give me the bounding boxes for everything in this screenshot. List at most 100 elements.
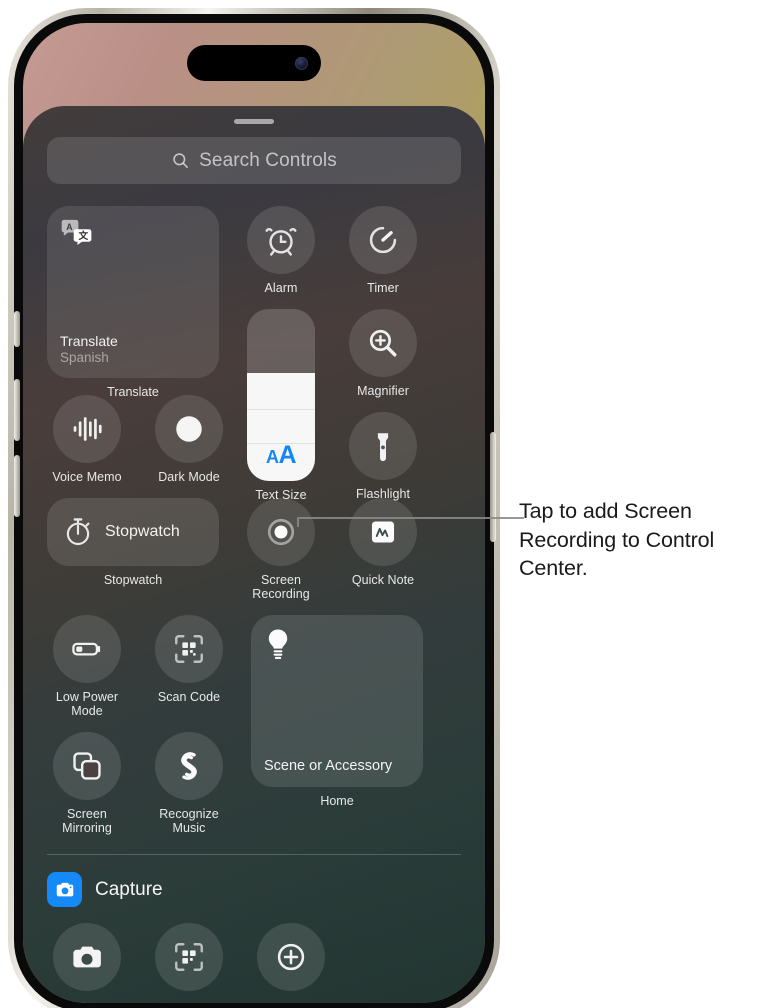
callout-text: Tap to add Screen Recording to Control C… bbox=[519, 499, 715, 580]
shazam-icon bbox=[181, 752, 197, 780]
control-screen-mirroring-knob[interactable] bbox=[53, 732, 121, 800]
control-label-screen-mirroring: Screen Mirroring bbox=[62, 807, 112, 835]
screen-mirroring-label-line2: Mirroring bbox=[62, 821, 112, 835]
section-divider bbox=[47, 854, 461, 855]
magnifier-icon bbox=[369, 329, 397, 357]
capture-add-knob[interactable] bbox=[257, 923, 325, 991]
control-low-power-mode[interactable]: Low Power Mode bbox=[47, 615, 127, 718]
capture-camera-knob[interactable] bbox=[53, 923, 121, 991]
silent-switch-button[interactable] bbox=[14, 311, 20, 347]
control-recognize-music-knob[interactable] bbox=[155, 732, 223, 800]
control-label-low-power-mode: Low Power Mode bbox=[56, 690, 118, 718]
capture-controls-row bbox=[47, 923, 461, 991]
control-label-dark-mode: Dark Mode bbox=[158, 470, 220, 484]
dark-mode-icon bbox=[176, 416, 202, 442]
control-alarm-knob[interactable] bbox=[247, 206, 315, 274]
screenshot-stage: Search Controls A 文 Translate Spanish Tr… bbox=[0, 0, 772, 1008]
control-screen-recording[interactable]: Screen Recording bbox=[241, 498, 321, 601]
control-label-screen-recording: Screen Recording bbox=[252, 573, 309, 601]
recognize-music-label-line1: Recognize bbox=[159, 807, 219, 821]
camera-icon bbox=[56, 882, 73, 896]
volume-up-button[interactable] bbox=[14, 379, 20, 441]
stopwatch-title: Stopwatch bbox=[105, 523, 180, 540]
control-quick-note-knob[interactable] bbox=[349, 498, 417, 566]
capture-section-header: Capture bbox=[47, 872, 461, 907]
capture-scan-code-knob[interactable] bbox=[155, 923, 223, 991]
callout-leader-line bbox=[297, 517, 524, 527]
screen-mirroring-label-line1: Screen bbox=[67, 807, 107, 821]
text-size-value: AA bbox=[265, 441, 297, 469]
capture-control-add[interactable] bbox=[251, 923, 331, 991]
control-alarm[interactable]: Alarm bbox=[241, 206, 321, 295]
record-icon bbox=[267, 518, 295, 546]
control-timer-knob[interactable] bbox=[349, 206, 417, 274]
control-dark-mode[interactable]: Dark Mode bbox=[149, 395, 229, 484]
search-input[interactable]: Search Controls bbox=[47, 137, 461, 184]
control-label-voice-memo: Voice Memo bbox=[52, 470, 122, 484]
control-voice-memo[interactable]: Voice Memo bbox=[47, 395, 127, 484]
control-stopwatch[interactable]: Stopwatch bbox=[47, 498, 219, 566]
capture-control-camera[interactable] bbox=[47, 923, 127, 991]
control-label-timer: Timer bbox=[367, 281, 399, 295]
control-label-recognize-music: Recognize Music bbox=[159, 807, 219, 835]
front-camera-icon bbox=[295, 56, 308, 70]
control-timer[interactable]: Timer bbox=[343, 206, 423, 295]
svg-text:A: A bbox=[66, 222, 73, 232]
control-flashlight[interactable]: Flashlight bbox=[343, 412, 423, 501]
control-screen-recording-knob[interactable] bbox=[247, 498, 315, 566]
control-magnifier-knob[interactable] bbox=[349, 309, 417, 377]
control-text-size[interactable]: AA bbox=[247, 309, 315, 481]
screen-recording-label-line2: Recording bbox=[252, 587, 310, 601]
control-flashlight-knob[interactable] bbox=[349, 412, 417, 480]
control-quick-note[interactable]: Quick Note bbox=[343, 498, 423, 601]
search-placeholder: Search Controls bbox=[199, 149, 337, 171]
control-screen-mirroring[interactable]: Screen Mirroring bbox=[47, 732, 127, 835]
svg-text:文: 文 bbox=[78, 230, 89, 242]
control-home[interactable]: Scene or Accessory bbox=[251, 615, 423, 787]
screen-mirroring-icon bbox=[73, 752, 101, 780]
control-label-magnifier: Magnifier bbox=[357, 384, 409, 398]
recognize-music-label-line2: Music bbox=[172, 821, 206, 835]
control-scan-code-knob[interactable] bbox=[155, 615, 223, 683]
control-scan-code[interactable]: Scan Code bbox=[149, 615, 229, 718]
control-label-stopwatch: Stopwatch bbox=[103, 573, 163, 587]
low-power-label-line1: Low Power bbox=[55, 690, 119, 704]
alarm-clock-icon bbox=[265, 228, 297, 256]
control-label-quick-note: Quick Note bbox=[351, 573, 415, 587]
qr-scan-icon bbox=[175, 943, 203, 971]
control-translate[interactable]: A 文 Translate Spanish bbox=[47, 206, 219, 378]
text-size-fill: AA bbox=[247, 373, 315, 481]
translate-icon: A 文 bbox=[61, 219, 92, 245]
qr-scan-icon bbox=[175, 635, 203, 663]
capture-section-title: Capture bbox=[95, 878, 163, 900]
stopwatch-icon bbox=[66, 518, 90, 546]
control-center-panel: Search Controls A 文 Translate Spanish Tr… bbox=[23, 106, 485, 1003]
home-widget-title: Scene or Accessory bbox=[264, 758, 393, 774]
control-label-home: Home bbox=[320, 794, 354, 808]
control-low-power-mode-knob[interactable] bbox=[53, 615, 121, 683]
device-bezel: Search Controls A 文 Translate Spanish Tr… bbox=[14, 14, 496, 1008]
battery-low-icon bbox=[72, 642, 101, 656]
dynamic-island bbox=[187, 45, 321, 81]
screen-recording-label-line1: Screen bbox=[261, 573, 301, 587]
translate-language: Spanish bbox=[60, 350, 109, 365]
control-dark-mode-knob[interactable] bbox=[155, 395, 223, 463]
controls-row-4: Stopwatch Stopwatch Screen Recording Qui… bbox=[47, 498, 461, 601]
waveform-icon bbox=[73, 417, 102, 441]
device-screen: Search Controls A 文 Translate Spanish Tr… bbox=[23, 23, 485, 1003]
camera-app-icon[interactable] bbox=[47, 872, 82, 907]
control-voice-memo-knob[interactable] bbox=[53, 395, 121, 463]
translate-title: Translate bbox=[60, 333, 118, 349]
panel-grabber[interactable] bbox=[234, 119, 274, 124]
low-power-label-line2: Mode bbox=[71, 704, 103, 718]
control-label-alarm: Alarm bbox=[264, 281, 298, 295]
camera-icon bbox=[73, 946, 101, 968]
control-recognize-music[interactable]: Recognize Music bbox=[149, 732, 229, 835]
search-icon bbox=[173, 153, 189, 168]
control-magnifier[interactable]: Magnifier bbox=[343, 309, 423, 398]
volume-down-button[interactable] bbox=[14, 455, 20, 517]
flashlight-icon bbox=[377, 433, 389, 462]
capture-control-scan-code[interactable] bbox=[149, 923, 229, 991]
plus-circle-icon bbox=[277, 943, 305, 971]
timer-icon bbox=[369, 226, 397, 254]
